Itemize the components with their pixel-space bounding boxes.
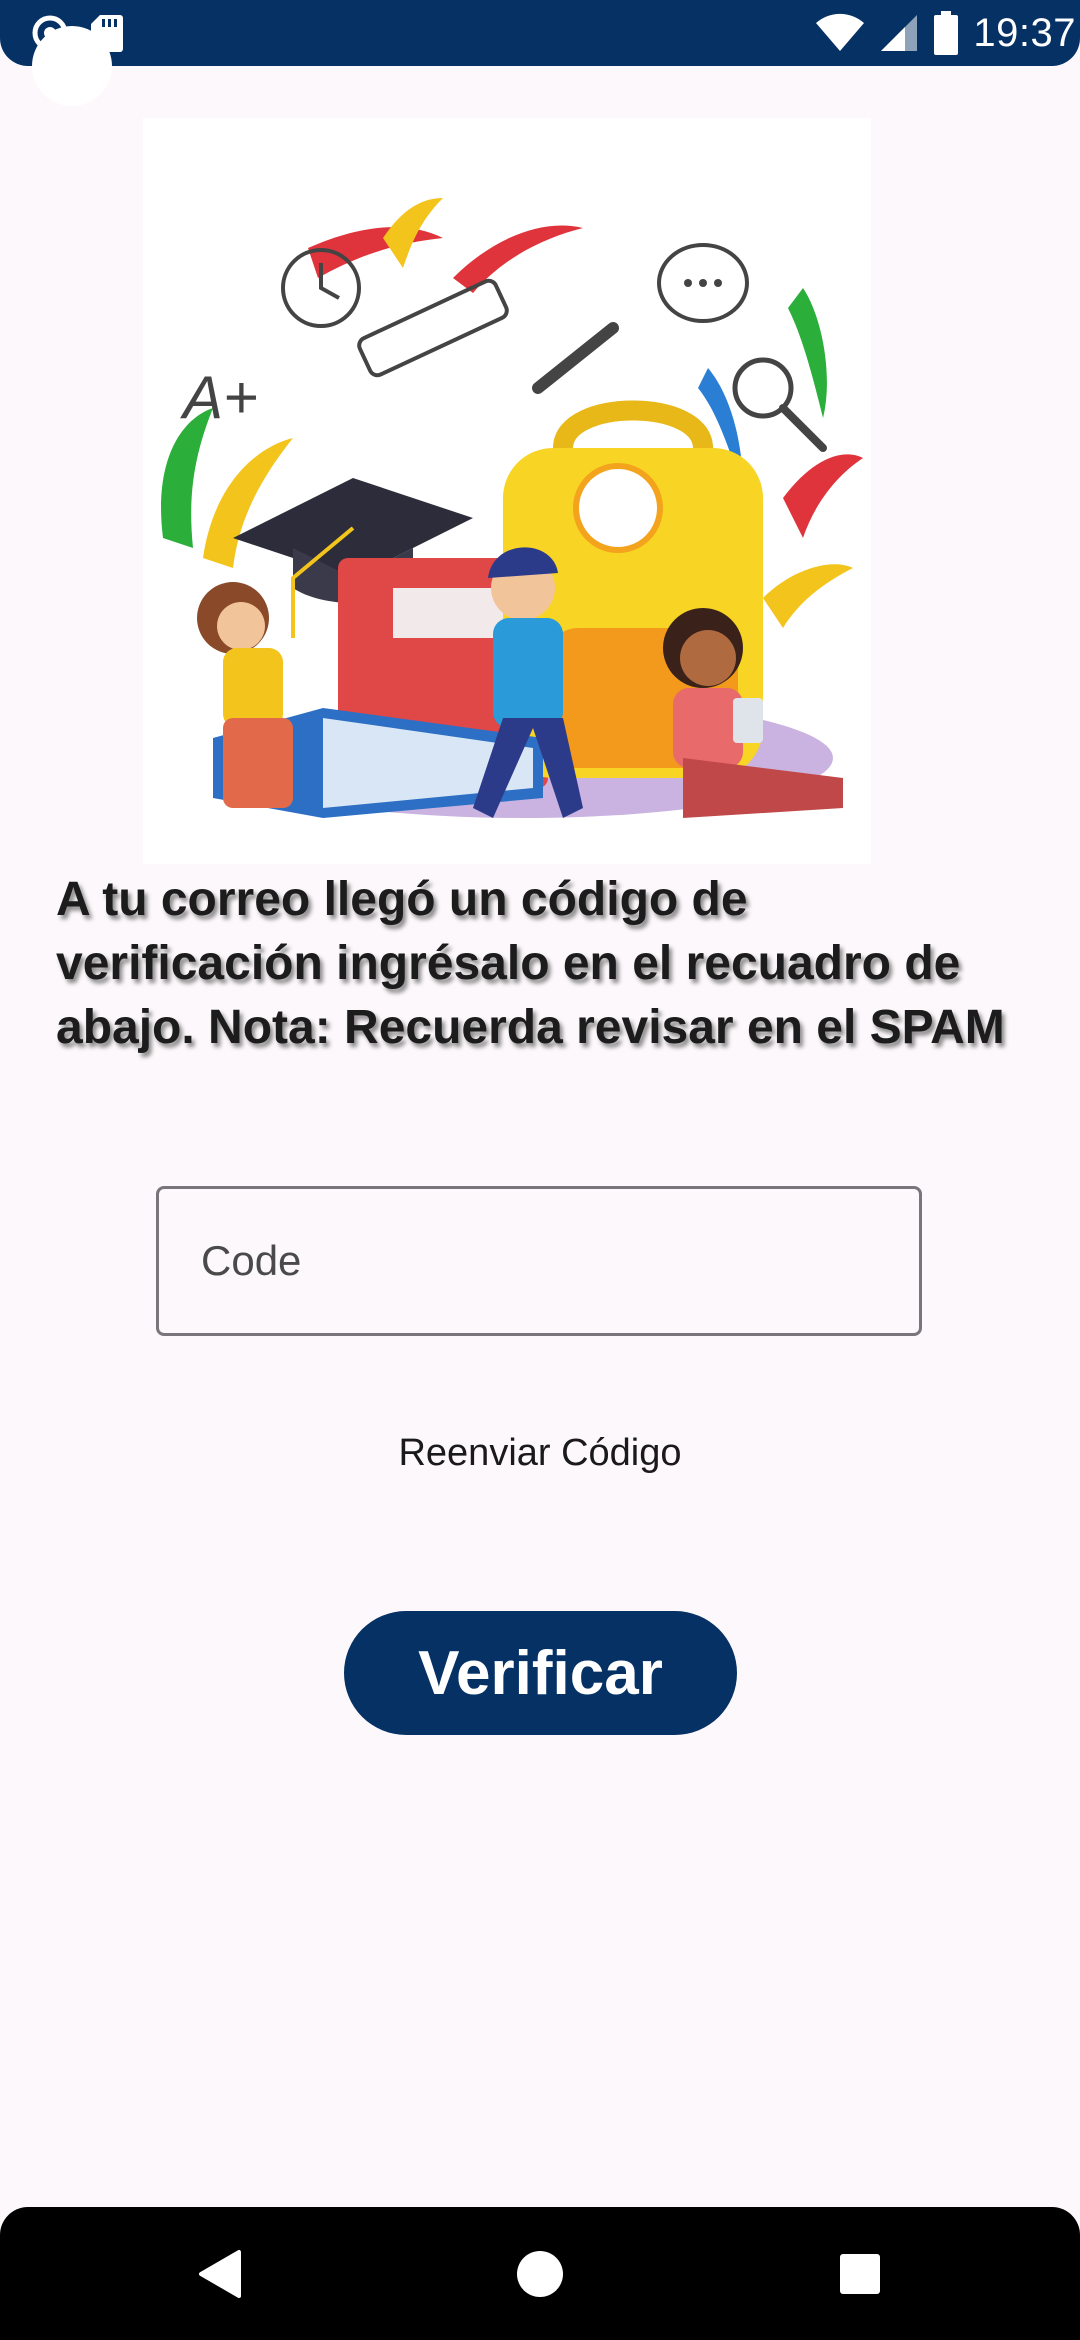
code-input-placeholder: Code	[201, 1237, 302, 1284]
status-clock: 19:37	[973, 10, 1076, 55]
wifi-icon	[816, 13, 865, 52]
svg-text:A+: A+	[180, 364, 258, 431]
code-input[interactable]: Code	[156, 1186, 922, 1336]
resend-code-link[interactable]: Reenviar Código	[0, 1432, 1080, 1475]
recents-button[interactable]	[800, 2207, 920, 2340]
back-icon	[199, 2249, 241, 2298]
status-right-icons: 19:37	[815, 8, 1076, 58]
back-button[interactable]	[160, 2207, 280, 2340]
navigation-bar	[0, 2207, 1080, 2340]
verify-button-label: Verificar	[418, 1638, 663, 1708]
home-button[interactable]	[480, 2207, 600, 2340]
overlay-circle	[32, 26, 112, 106]
battery-icon	[934, 11, 959, 55]
signal-icon	[881, 15, 918, 51]
home-icon	[517, 2250, 563, 2297]
status-bar: 19:37	[0, 0, 1080, 106]
instruction-text: A tu correo llegó un código de verificac…	[56, 873, 1005, 1054]
recents-icon	[840, 2253, 880, 2294]
verify-button[interactable]: Verificar	[344, 1611, 737, 1735]
education-illustration: A+	[143, 118, 871, 864]
